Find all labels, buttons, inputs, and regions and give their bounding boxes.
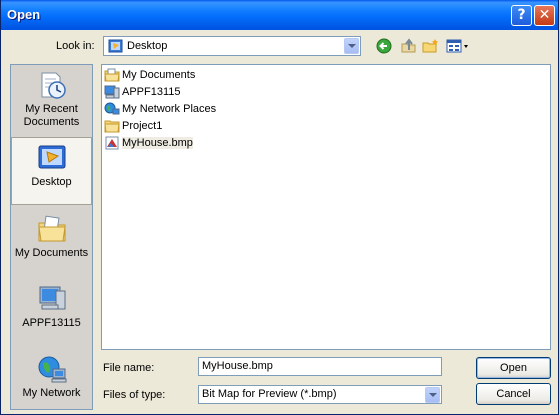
folder-icon (104, 119, 120, 133)
place-my-documents[interactable]: My Documents (11, 213, 92, 265)
file-name-input[interactable]: MyHouse.bmp (198, 357, 442, 376)
file-list[interactable]: My Documents APPF13115 My Network Places… (101, 64, 551, 350)
file-type-label: Files of type: (103, 389, 166, 401)
open-dialog: Open ? ✕ Look in: Desktop My Recent Docu… (0, 0, 559, 415)
network-icon (104, 102, 120, 116)
computer-icon (36, 283, 68, 315)
my-documents-icon (36, 213, 68, 245)
back-icon[interactable] (376, 38, 394, 54)
up-folder-icon[interactable] (400, 38, 418, 54)
file-name: APPF13115 (122, 86, 181, 98)
views-menu-icon[interactable] (446, 38, 470, 54)
place-computer[interactable]: APPF13115 (11, 283, 92, 335)
place-label: My Documents (14, 247, 89, 259)
file-name: MyHouse.bmp (122, 137, 193, 149)
title-bar[interactable]: Open ? ✕ (1, 0, 558, 30)
look-in-value: Desktop (127, 40, 168, 52)
folder-docs-icon (104, 68, 120, 82)
file-name: My Network Places (122, 103, 217, 115)
list-item[interactable]: MyHouse.bmp (104, 135, 193, 151)
file-type-value: Bit Map for Preview (*.bmp) (202, 388, 337, 400)
help-button[interactable]: ? (511, 5, 532, 26)
recent-documents-icon (36, 69, 68, 101)
list-item[interactable]: My Network Places (104, 101, 216, 117)
open-button[interactable]: Open (476, 357, 551, 379)
place-label: My Network (22, 387, 81, 399)
list-item[interactable]: APPF13115 (104, 84, 181, 100)
file-name: My Documents (122, 69, 196, 81)
places-bar: My Recent Documents Desktop My Documents… (10, 64, 93, 410)
file-name: Project1 (122, 120, 163, 132)
file-type-select[interactable]: Bit Map for Preview (*.bmp) (198, 385, 442, 404)
place-recent-documents[interactable]: My Recent Documents (11, 69, 92, 135)
place-label: APPF13115 (22, 317, 81, 329)
window-title: Open (7, 7, 41, 22)
place-label: Desktop (31, 176, 72, 188)
close-button[interactable]: ✕ (534, 5, 555, 26)
look-in-label: Look in: (56, 40, 95, 52)
chevron-down-icon[interactable] (344, 38, 359, 54)
list-item[interactable]: Project1 (104, 118, 162, 134)
list-item[interactable]: My Documents (104, 67, 195, 83)
place-label: My Recent Documents (23, 103, 80, 128)
computer-icon (104, 85, 120, 99)
desktop-icon (36, 142, 68, 174)
cancel-button[interactable]: Cancel (476, 383, 551, 405)
place-network[interactable]: My Network (11, 353, 92, 409)
bitmap-file-icon (104, 136, 120, 150)
file-name-label: File name: (103, 362, 155, 374)
place-desktop[interactable]: Desktop (11, 137, 92, 205)
new-folder-icon[interactable] (422, 38, 440, 54)
look-in-combo[interactable]: Desktop (103, 36, 361, 56)
chevron-down-icon[interactable] (425, 387, 440, 403)
network-icon (36, 353, 68, 385)
desktop-icon (108, 39, 123, 53)
